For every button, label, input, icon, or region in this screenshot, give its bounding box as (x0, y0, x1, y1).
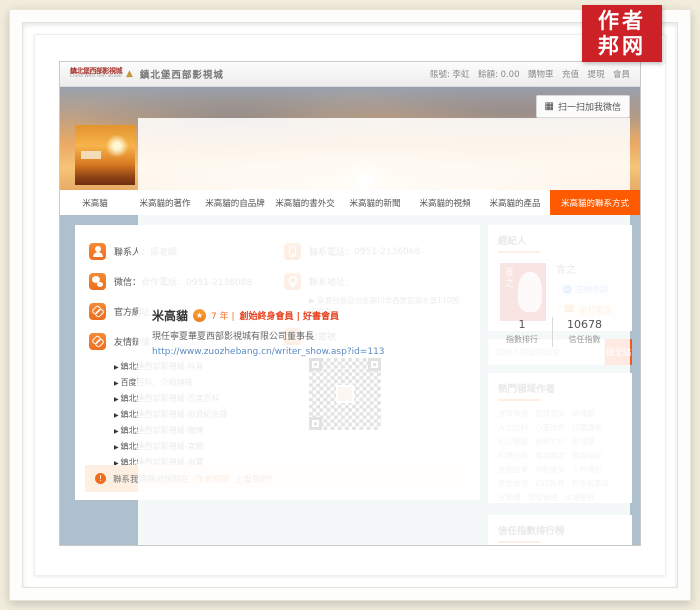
site-name: 鎮北堡西部影視城 (140, 67, 224, 81)
profile-url[interactable]: http://www.zuozhebang.cn/writer_show.asp… (152, 347, 385, 357)
contact-label: 微信： (114, 275, 141, 288)
user-icon (89, 243, 106, 260)
tab-米高貓的自品牌[interactable]: 米高貓的自品牌 (200, 190, 270, 215)
tab-米高貓的視頻[interactable]: 米高貓的視頻 (410, 190, 480, 215)
author-title: 現任寧夏華夏西部影視城有限公司董事長 (152, 329, 385, 342)
tab-米高貓的書外交[interactable]: 米高貓的書外交 (270, 190, 340, 215)
stat-value: 10678 (567, 318, 602, 331)
profile-stat: 10678 信任指數 (567, 318, 602, 345)
member-years: 7 年 | (211, 309, 234, 322)
profile-nav-tabs: 米高貓米高貓的著作米高貓的自品牌米高貓的書外交米高貓的新聞米高貓的視頻米高貓的產… (60, 190, 640, 215)
tab-米高貓[interactable]: 米高貓 (60, 190, 130, 215)
stat-value: 1 (519, 318, 526, 331)
profile-stats: 1 指數排行 10678 信任指數 (506, 317, 616, 347)
site-logo[interactable]: 鎮北堡西部影視城 China West Film Studio (70, 68, 122, 81)
stats-divider (552, 317, 553, 347)
topbar: 鎮北堡西部影視城 China West Film Studio ▲ 鎮北堡西部影… (60, 62, 640, 87)
website-screenshot: 鎮北堡西部影視城 China West Film Studio ▲ 鎮北堡西部影… (60, 62, 640, 545)
link-icon (89, 303, 106, 320)
stat-label: 指數排行 (506, 334, 538, 345)
stamp-line1: 作者 (598, 9, 646, 33)
author-name: 米高貓 (152, 307, 188, 324)
stat-label: 信任指數 (569, 334, 601, 345)
profile-stat: 1 指數排行 (506, 318, 538, 345)
add-wechat-label: 扫一扫加我微信 (558, 100, 621, 113)
site-logo-caption: China West Film Studio (70, 75, 122, 80)
avatar (75, 125, 135, 185)
qr-small-icon: ▦ (545, 102, 554, 112)
zuozhebang-stamp-logo: 作者 邦网 (582, 5, 662, 62)
tab-米高貓的新聞[interactable]: 米高貓的新聞 (340, 190, 410, 215)
stamp-line2: 邦网 (598, 34, 646, 58)
profile-card: 米高貓 ★ 7 年 | 創始終身會員 | 好書會員 現任寧夏華夏西部影視城有限公… (138, 118, 630, 545)
tab-米高貓的產品[interactable]: 米高貓的產品 (480, 190, 550, 215)
membership-labels: 創始終身會員 | 好書會員 (240, 309, 340, 322)
tab-米高貓的聯系方式[interactable]: 米高貓的聯系方式 (550, 190, 640, 215)
link-icon (89, 333, 106, 350)
warning-icon: ! (95, 473, 106, 484)
add-wechat-button[interactable]: ▦ 扫一扫加我微信 (536, 95, 630, 118)
member-medal-icon: ★ (193, 309, 206, 322)
account-bar[interactable]: 賬號: 李虹 餘額: 0.00 購物車 充值 提現 會員 (430, 68, 630, 80)
wechat-icon (89, 273, 106, 290)
tab-米高貓的著作[interactable]: 米高貓的著作 (130, 190, 200, 215)
pagoda-icon: ▲ (126, 69, 133, 79)
